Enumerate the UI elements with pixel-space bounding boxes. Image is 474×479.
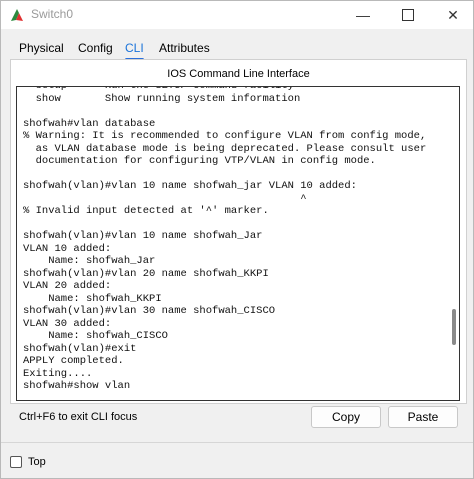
title-bar[interactable]: Switch0 — ✕ [1,1,473,29]
tab-physical[interactable]: Physical [19,39,64,59]
cli-console[interactable]: setup Run the SETUP command facility sho… [16,86,460,401]
window-title: Switch0 [31,7,74,21]
top-checkbox[interactable] [10,456,22,468]
tab-config[interactable]: Config [78,39,113,59]
copy-button[interactable]: Copy [311,406,381,428]
tab-attributes[interactable]: Attributes [159,39,210,59]
tab-cli[interactable]: CLI [125,39,144,61]
console-scrollbar[interactable] [452,309,456,345]
ios-cli-heading: IOS Command Line Interface [167,68,310,80]
packet-tracer-icon [11,9,23,21]
switch-window: Switch0 — ✕ Physical Config CLI Attribut… [0,0,474,479]
cli-focus-hint: Ctrl+F6 to exit CLI focus [19,411,138,423]
close-button[interactable]: ✕ [433,1,473,29]
top-checkbox-label: Top [28,456,46,468]
bottom-divider [1,442,473,443]
maximize-icon [402,9,414,21]
maximize-button[interactable] [388,1,428,29]
minimize-button[interactable]: — [343,1,383,29]
console-output[interactable]: setup Run the SETUP command facility sho… [23,87,426,393]
tab-cli-label: CLI [125,41,144,55]
paste-button[interactable]: Paste [388,406,458,428]
